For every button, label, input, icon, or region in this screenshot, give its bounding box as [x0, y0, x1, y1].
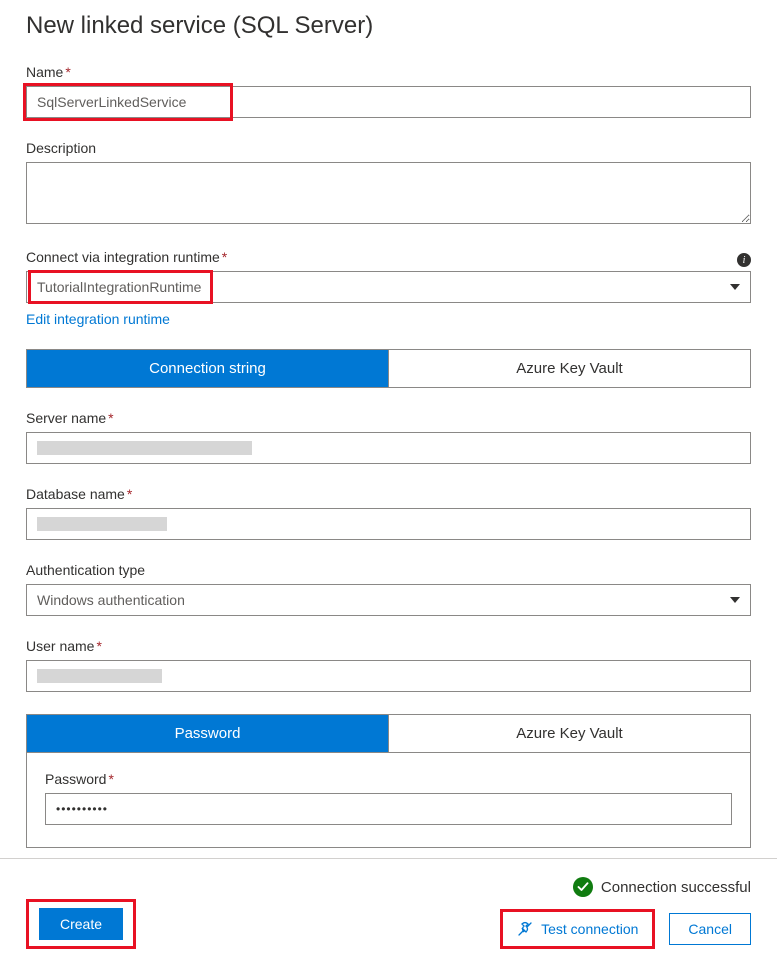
- authtype-select[interactable]: Windows authentication: [26, 584, 751, 616]
- runtime-field: Connect via integration runtime* i Tutor…: [26, 249, 751, 327]
- name-field: Name*: [26, 64, 751, 118]
- required-icon: *: [108, 410, 113, 426]
- required-icon: *: [127, 486, 132, 502]
- tab-azure-key-vault[interactable]: Azure Key Vault: [389, 350, 750, 387]
- redacted-placeholder: [37, 441, 252, 455]
- server-input[interactable]: [26, 432, 751, 464]
- server-field: Server name*: [26, 410, 751, 464]
- name-label: Name*: [26, 64, 751, 80]
- password-field: Password* ••••••••••: [45, 771, 732, 825]
- password-tabs: Password Azure Key Vault: [26, 714, 751, 753]
- name-input[interactable]: [26, 86, 751, 118]
- required-icon: *: [108, 771, 113, 787]
- create-button[interactable]: Create: [39, 908, 123, 940]
- plug-icon: [517, 921, 533, 937]
- page-title: New linked service (SQL Server): [26, 12, 751, 40]
- description-field: Description: [26, 140, 751, 227]
- database-input[interactable]: [26, 508, 751, 540]
- tab-connection-string[interactable]: Connection string: [27, 350, 389, 387]
- username-field: User name*: [26, 638, 751, 692]
- redacted-placeholder: [37, 669, 162, 683]
- username-label: User name*: [26, 638, 751, 654]
- chevron-down-icon: [730, 284, 740, 290]
- password-label: Password*: [45, 771, 732, 787]
- database-field: Database name*: [26, 486, 751, 540]
- required-icon: *: [96, 638, 101, 654]
- description-label: Description: [26, 140, 751, 156]
- authtype-label: Authentication type: [26, 562, 751, 578]
- test-connection-button[interactable]: Test connection: [507, 914, 648, 944]
- success-icon: [573, 877, 593, 897]
- authtype-field: Authentication type Windows authenticati…: [26, 562, 751, 616]
- connection-status: Connection successful: [500, 877, 751, 897]
- description-input[interactable]: [26, 162, 751, 224]
- chevron-down-icon: [730, 597, 740, 603]
- runtime-label: Connect via integration runtime*: [26, 249, 227, 265]
- required-icon: *: [65, 64, 70, 80]
- footer-right: Connection successful Test connection Ca…: [500, 877, 751, 949]
- database-label: Database name*: [26, 486, 751, 502]
- edit-runtime-link[interactable]: Edit integration runtime: [26, 311, 170, 327]
- info-icon[interactable]: i: [737, 253, 751, 267]
- required-icon: *: [222, 249, 227, 265]
- tab-password-akv[interactable]: Azure Key Vault: [389, 715, 750, 752]
- runtime-select[interactable]: TutorialIntegrationRuntime: [26, 271, 751, 303]
- footer-left: Create: [26, 899, 136, 949]
- tab-password[interactable]: Password: [27, 715, 389, 752]
- cancel-button[interactable]: Cancel: [669, 913, 751, 945]
- redacted-placeholder: [37, 517, 167, 531]
- footer: Create Connection successful Test connec…: [0, 858, 777, 973]
- connection-tabs: Connection string Azure Key Vault: [26, 349, 751, 388]
- server-label: Server name*: [26, 410, 751, 426]
- password-input[interactable]: ••••••••••: [45, 793, 732, 825]
- password-section: Password Azure Key Vault Password* •••••…: [26, 714, 751, 848]
- username-input[interactable]: [26, 660, 751, 692]
